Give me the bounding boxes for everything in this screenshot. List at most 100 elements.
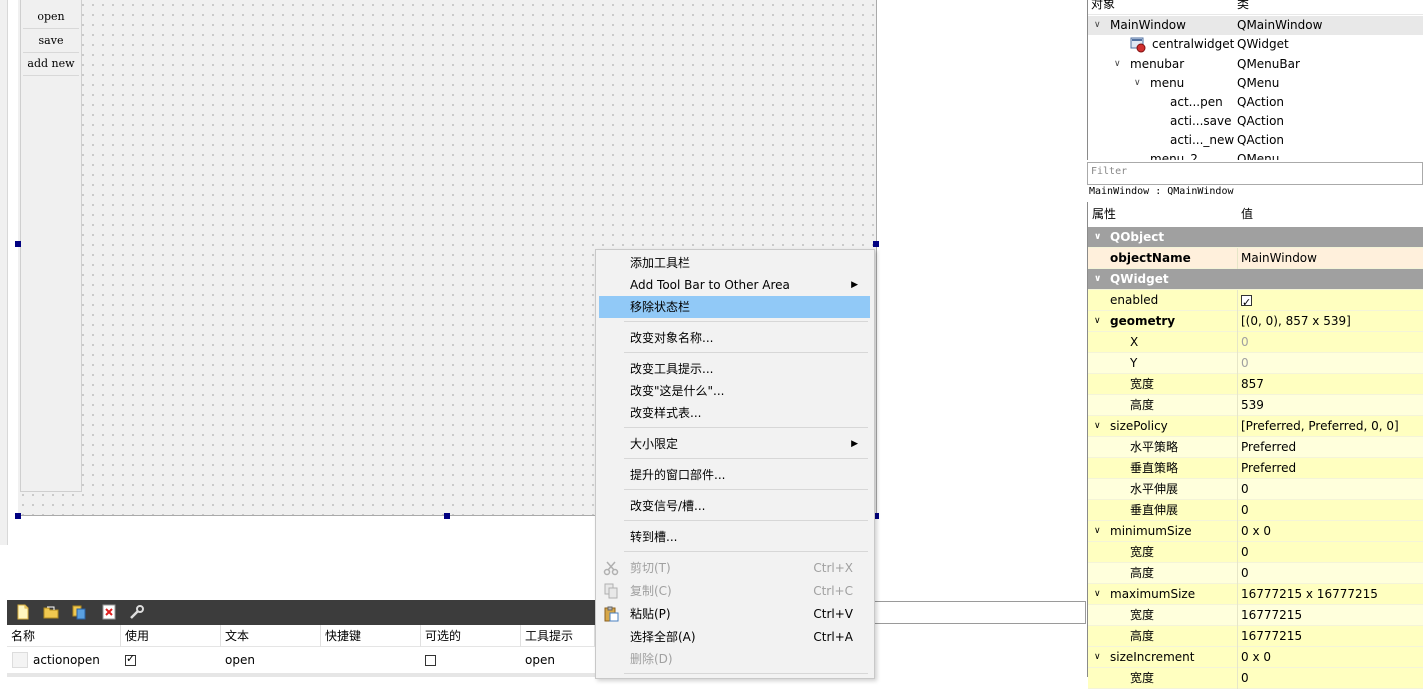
resize-handle-right[interactable] (873, 241, 879, 247)
property-value[interactable]: 0 x 0 (1241, 647, 1271, 668)
column-header-checkable[interactable]: 可选的 (421, 625, 521, 647)
expand-arrow-icon[interactable]: ∨ (1094, 647, 1101, 668)
property-value[interactable]: 16777215 (1241, 605, 1302, 626)
property-value[interactable]: 857 (1241, 374, 1264, 395)
column-header-value[interactable]: 值 (1241, 202, 1253, 227)
property-row[interactable]: ∨ sizePolicy [Preferred, Preferred, 0, 0] (1088, 416, 1423, 437)
delete-icon[interactable] (101, 604, 117, 620)
menu-item-add-toolbar-other-area[interactable]: Add Tool Bar to Other Area ▶ (599, 274, 870, 296)
enabled-checkbox[interactable] (1241, 292, 1252, 313)
menu-item-size-constraints[interactable]: 大小限定 ▶ (599, 433, 870, 455)
column-header-class[interactable]: 类 (1237, 0, 1249, 14)
property-row[interactable]: 高度 539 (1088, 395, 1423, 416)
property-row[interactable]: enabled (1088, 290, 1423, 313)
table-row[interactable] (7, 673, 595, 677)
property-row[interactable]: 水平策略 Preferred (1088, 437, 1423, 458)
menu-item-change-object-name[interactable]: 改变对象名称... (599, 327, 870, 349)
action-used-checkbox[interactable] (125, 652, 136, 666)
property-value[interactable]: MainWindow (1241, 248, 1317, 269)
menu-item-promoted-widgets[interactable]: 提升的窗口部件... (599, 464, 870, 486)
expand-arrow-icon[interactable]: ∨ (1094, 521, 1101, 542)
expand-arrow-icon[interactable]: ∨ (1094, 269, 1101, 290)
expand-arrow-icon[interactable]: ∨ (1114, 55, 1121, 74)
expand-arrow-icon[interactable]: ∨ (1094, 227, 1101, 248)
tree-row-action-new[interactable]: acti..._new QAction (1088, 131, 1423, 150)
filter-input[interactable]: Filter (1087, 162, 1423, 185)
column-header-used[interactable]: 使用 (121, 625, 221, 647)
toolbar-button-add-new[interactable]: add new (23, 53, 79, 76)
expand-arrow-icon[interactable]: ∨ (1094, 311, 1101, 332)
resize-handle-left[interactable] (15, 241, 21, 247)
property-value[interactable]: 0 (1241, 479, 1249, 500)
open-folder-icon[interactable] (43, 604, 59, 620)
tree-row-centralwidget[interactable]: centralwidget QWidget (1088, 35, 1423, 54)
column-header-text[interactable]: 文本 (221, 625, 321, 647)
property-row[interactable]: 高度 16777215 (1088, 626, 1423, 647)
property-value[interactable]: 16777215 x 16777215 (1241, 584, 1378, 605)
menu-item-change-whats-this[interactable]: 改变"这是什么"... (599, 380, 870, 402)
property-value[interactable]: [(0, 0), 857 x 539] (1241, 311, 1351, 332)
resize-handle-bottom[interactable] (444, 513, 450, 519)
property-group[interactable]: ∨ QWidget (1088, 269, 1423, 290)
menu-item-change-stylesheet[interactable]: 改变样式表... (599, 402, 870, 424)
menu-item-change-tooltip[interactable]: 改变工具提示... (599, 358, 870, 380)
table-row[interactable]: actionopen open open (7, 648, 595, 672)
property-row[interactable]: ∨ geometry [(0, 0), 857 x 539] (1088, 311, 1423, 332)
property-value[interactable]: 539 (1241, 395, 1264, 416)
property-value[interactable]: Preferred (1241, 458, 1296, 479)
property-row[interactable]: 宽度 857 (1088, 374, 1423, 395)
property-row[interactable]: 宽度 0 (1088, 668, 1423, 689)
menu-item-change-signals-slots[interactable]: 改变信号/槽... (599, 495, 870, 517)
property-row[interactable]: X0 (1088, 332, 1423, 353)
resize-handle-bottom-left[interactable] (15, 513, 21, 519)
column-header-tooltip[interactable]: 工具提示 (521, 625, 595, 647)
tree-row-mainwindow[interactable]: ∨ MainWindow QMainWindow (1088, 16, 1423, 35)
property-value[interactable]: 0 (1241, 500, 1249, 521)
expand-arrow-icon[interactable]: ∨ (1134, 74, 1141, 93)
menu-item-cut[interactable]: 剪切(T) Ctrl+X (599, 557, 870, 579)
menu-item-copy[interactable]: 复制(C) Ctrl+C (599, 580, 870, 602)
property-value[interactable]: 16777215 (1241, 626, 1302, 647)
tree-row-menubar[interactable]: ∨ menubar QMenuBar (1088, 55, 1423, 74)
property-row[interactable]: 宽度 16777215 (1088, 605, 1423, 626)
menu-item-add-toolbar[interactable]: 添加工具栏 (599, 252, 870, 274)
property-value[interactable]: 0 x 0 (1241, 521, 1271, 542)
property-row[interactable]: objectName MainWindow (1088, 248, 1423, 269)
tree-row-action-save[interactable]: acti...save QAction (1088, 112, 1423, 131)
property-row[interactable]: Y0 (1088, 353, 1423, 374)
column-header-object[interactable]: 对象 (1091, 0, 1115, 14)
copy-icon[interactable] (71, 604, 87, 620)
property-row[interactable]: 水平伸展 0 (1088, 479, 1423, 500)
property-row[interactable]: 垂直策略 Preferred (1088, 458, 1423, 479)
property-row[interactable]: ∨ maximumSize 16777215 x 16777215 (1088, 584, 1423, 605)
tree-row-menu[interactable]: ∨ menu QMenu (1088, 74, 1423, 93)
action-checkable-checkbox[interactable] (425, 655, 436, 666)
new-action-icon[interactable] (15, 604, 31, 620)
property-value[interactable]: 0 (1241, 668, 1249, 689)
menu-item-remove-statusbar[interactable]: 移除状态栏 (599, 296, 870, 318)
property-value[interactable]: [Preferred, Preferred, 0, 0] (1241, 416, 1399, 437)
menu-item-paste[interactable]: 粘贴(P) Ctrl+V (599, 603, 870, 625)
column-header-property[interactable]: 属性 (1092, 202, 1116, 227)
tree-row-action-open[interactable]: act...pen QAction (1088, 93, 1423, 112)
column-header-shortcut[interactable]: 快捷键 (321, 625, 421, 647)
property-value[interactable]: Preferred (1241, 437, 1296, 458)
menu-item-select-all[interactable]: 选择全部(A) Ctrl+A (599, 626, 870, 648)
property-row[interactable]: ∨ sizeIncrement 0 x 0 (1088, 647, 1423, 668)
property-value[interactable]: 0 (1241, 542, 1249, 563)
property-value[interactable]: 0 (1241, 353, 1249, 374)
menu-item-delete[interactable]: 删除(D) (599, 648, 870, 670)
toolbar-button-open[interactable]: open (23, 6, 79, 29)
expand-arrow-icon[interactable]: ∨ (1094, 416, 1101, 437)
property-row[interactable]: 宽度 0 (1088, 542, 1423, 563)
column-header-name[interactable]: 名称 (7, 625, 121, 647)
wrench-icon[interactable] (129, 604, 145, 620)
property-value[interactable]: 0 (1241, 332, 1249, 353)
tree-row-menu-2[interactable]: menu_2 QMenu (1088, 150, 1423, 160)
menu-item-go-to-slot[interactable]: 转到槽... (599, 526, 870, 548)
form-toolbar[interactable]: open save add new (20, 0, 82, 492)
property-row[interactable]: ∨ minimumSize 0 x 0 (1088, 521, 1423, 542)
expand-arrow-icon[interactable]: ∨ (1094, 16, 1101, 35)
action-filter-input[interactable] (873, 601, 1086, 624)
property-row[interactable]: 高度 0 (1088, 563, 1423, 584)
